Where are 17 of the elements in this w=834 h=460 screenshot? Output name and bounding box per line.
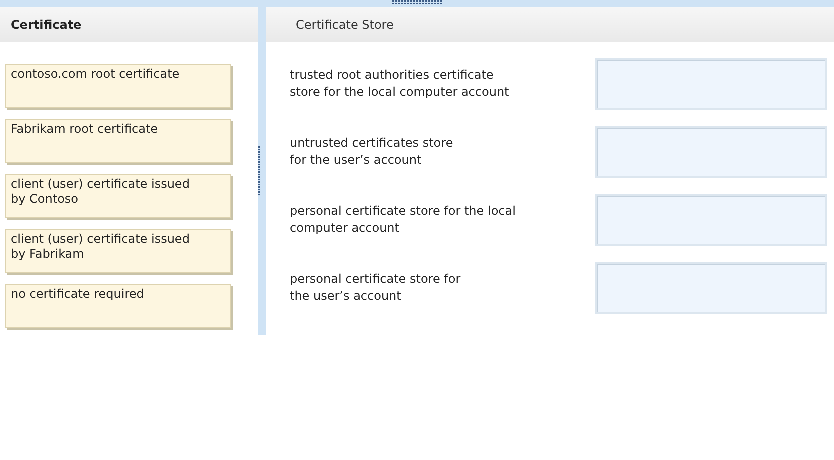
target-label: personal certificate store for the user’s account [290, 271, 461, 305]
draggable-answer[interactable]: Fabrikam root certificate [5, 119, 231, 163]
resize-grip-icon[interactable] [392, 0, 442, 5]
panel-header: Certificate [0, 7, 258, 42]
drop-target[interactable] [595, 126, 827, 178]
panel-header: Certificate Store [266, 7, 834, 42]
draggable-answer[interactable]: no certificate required [5, 284, 231, 328]
drop-target[interactable] [595, 58, 827, 110]
drop-target[interactable] [595, 262, 827, 314]
draggable-answer[interactable]: client (user) certificate issued by Contoso [5, 174, 231, 218]
resize-grip-icon[interactable] [258, 146, 261, 196]
draggable-answer[interactable]: client (user) certificate issued by Fabrikam [5, 229, 231, 273]
drop-target[interactable] [595, 194, 827, 246]
target-label: trusted root authorities certificate store for the local computer account [290, 67, 510, 101]
target-label: untrusted certificates store for the user’s account [290, 135, 454, 169]
draggable-answer[interactable]: contoso.com root certificate [5, 64, 231, 108]
target-label: personal certificate store for the local computer account [290, 203, 516, 237]
